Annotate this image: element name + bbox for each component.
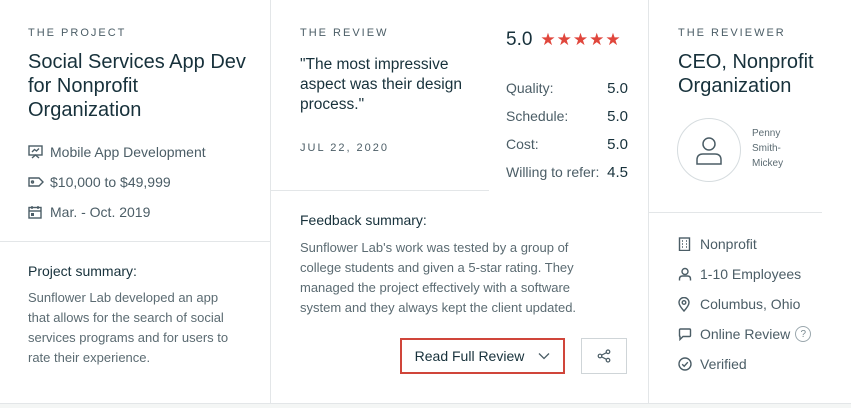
review-date: JUL 22, 2020 [300, 142, 390, 154]
score-value: 5.0 [607, 108, 628, 125]
quote-line: process." [300, 96, 365, 113]
project-summary-label: Project summary: [28, 263, 137, 279]
rating-stars: ★ ★ ★ ★ ★ [540, 31, 620, 49]
score-cost: Cost: 5.0 [506, 136, 628, 153]
location-pin-icon [678, 296, 700, 312]
feedback-summary-label: Feedback summary: [300, 212, 427, 228]
score-value: 5.0 [607, 136, 628, 153]
star-icon: ★ [540, 30, 556, 49]
reviewer-verified: Verified [678, 356, 747, 372]
score-label: Schedule: [506, 108, 569, 124]
score-value: 5.0 [607, 80, 628, 97]
star-icon: ★ [589, 30, 605, 49]
summary-line: services programs and for users to [28, 330, 229, 345]
review-card: THE PROJECT Social Services App Dev for … [0, 0, 851, 403]
project-title: Social Services App Dev for Nonprofit Or… [28, 50, 246, 122]
feedback-line: system and they always kept the client u… [300, 300, 577, 315]
employees-label: 1-10 Employees [700, 266, 802, 282]
overall-rating: 5.0 ★ ★ ★ ★ ★ [506, 29, 621, 51]
column-divider [270, 0, 271, 403]
feedback-line: managed the project effectively with a s… [300, 280, 571, 295]
reviewer-review-type: Online Review ? [678, 326, 812, 342]
reviewer-name-line: Mickey [752, 158, 784, 169]
project-title-line: Social Services App Dev [28, 51, 246, 73]
section-divider [271, 190, 489, 191]
share-icon [597, 349, 611, 363]
verified-label: Verified [700, 356, 747, 372]
location-label: Columbus, Ohio [700, 296, 801, 312]
help-icon[interactable]: ? [795, 326, 812, 342]
read-full-review-label: Read Full Review [414, 348, 525, 364]
reviewer-location: Columbus, Ohio [678, 296, 800, 312]
project-summary: Sunflower Lab developed an app that allo… [28, 288, 268, 368]
star-icon: ★ [605, 30, 621, 49]
score-quality: Quality: 5.0 [506, 80, 628, 97]
summary-line: that allows for the search of social [28, 310, 224, 325]
budget-label: $10,000 to $49,999 [50, 174, 171, 190]
section-divider [0, 241, 270, 242]
user-icon [696, 137, 722, 165]
score-label: Willing to refer: [506, 164, 600, 180]
person-icon [678, 267, 700, 281]
reviewer-industry: Nonprofit [678, 236, 757, 252]
building-icon [678, 237, 700, 251]
score-schedule: Schedule: 5.0 [506, 108, 628, 125]
review-eyebrow: THE REVIEW [300, 27, 389, 39]
reviewer-title: CEO, Nonprofit Organization [678, 50, 814, 98]
reviewer-title-line: CEO, Nonprofit [678, 51, 814, 73]
score-label: Cost: [506, 136, 539, 152]
section-divider [649, 212, 822, 213]
avatar [677, 118, 741, 182]
summary-line: rate their experience. [28, 350, 151, 365]
presentation-icon [28, 145, 50, 159]
price-tag-icon [28, 176, 50, 188]
quote-line: "The most impressive [300, 56, 449, 73]
service-label: Mobile App Development [50, 144, 206, 160]
overall-rating-value: 5.0 [506, 29, 533, 50]
industry-label: Nonprofit [700, 236, 757, 252]
reviewer-eyebrow: THE REVIEWER [678, 27, 786, 39]
review-quote: "The most impressive aspect was their de… [300, 55, 490, 115]
star-icon: ★ [572, 30, 589, 49]
review-type-label: Online Review [700, 326, 791, 342]
quote-line: aspect was their design [300, 76, 462, 93]
score-willing-to-refer: Willing to refer: 4.5 [506, 164, 628, 181]
chat-bubble-icon [678, 327, 700, 341]
project-service: Mobile App Development [28, 144, 206, 160]
star-icon: ★ [556, 30, 572, 49]
score-value: 4.5 [607, 164, 628, 181]
reviewer-name-line: Smith- [752, 143, 781, 154]
timeline-label: Mar. - Oct. 2019 [50, 204, 151, 220]
reviewer-name: Penny Smith- Mickey [752, 126, 783, 171]
feedback-line: Sunflower Lab's work was tested by a gro… [300, 240, 569, 255]
share-button[interactable] [581, 338, 627, 374]
project-budget: $10,000 to $49,999 [28, 174, 171, 190]
reviewer-employees: 1-10 Employees [678, 266, 801, 282]
reviewer-name-line: Penny [752, 128, 781, 139]
project-title-line: for Nonprofit [28, 75, 139, 97]
feedback-summary: Sunflower Lab's work was tested by a gro… [300, 238, 630, 318]
card-bottom-border [0, 403, 851, 404]
project-eyebrow: THE PROJECT [28, 27, 127, 39]
read-full-review-button[interactable]: Read Full Review [400, 338, 565, 374]
summary-line: Sunflower Lab developed an app [28, 290, 219, 305]
project-title-line: Organization [28, 99, 142, 121]
feedback-line: college students and given a 5-star rati… [300, 260, 574, 275]
check-circle-icon [678, 357, 700, 371]
calendar-icon [28, 205, 50, 219]
score-label: Quality: [506, 80, 554, 96]
column-divider [648, 0, 649, 403]
chevron-down-icon [538, 353, 550, 360]
project-timeline: Mar. - Oct. 2019 [28, 204, 150, 220]
reviewer-title-line: Organization [678, 75, 792, 97]
